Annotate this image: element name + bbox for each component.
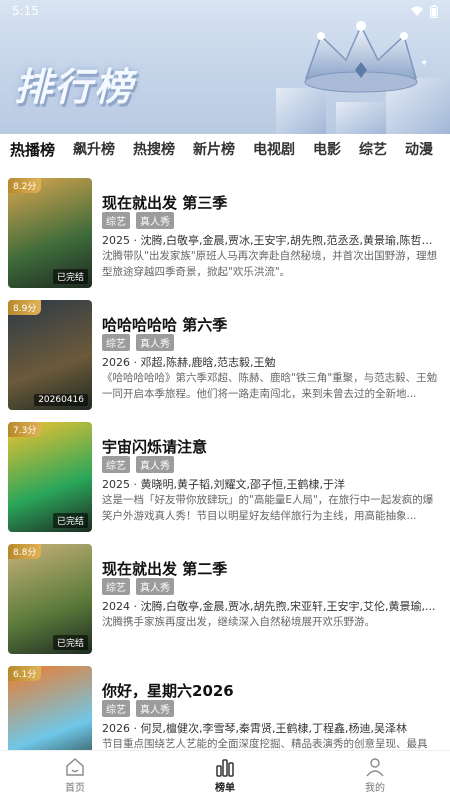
- item-desc: 这是一档「好友带你放肆玩」的"高能量E人局"，在旅行中一起发疯的爆笑户外游戏真人…: [102, 494, 434, 522]
- tab-anime[interactable]: 动漫: [405, 139, 433, 159]
- ranking-list: 8.2分 已完结 现在就出发 第三季 综艺 真人秀 2025 · 沈腾,白敬亭,…: [0, 176, 450, 750]
- tab-rising[interactable]: 飙升榜: [73, 139, 115, 159]
- poster-image: 7.3分 已完结: [8, 422, 92, 532]
- item-desc: 节目重点围绕艺人艺能的全面深度挖掘、精品表演秀的创意呈现、最具: [102, 738, 428, 750]
- score-badge: 7.3分: [8, 422, 42, 437]
- item-title: 你好，星期六2026: [102, 682, 234, 700]
- page-title: 排行榜: [14, 65, 135, 109]
- tag: 综艺: [102, 456, 130, 473]
- item-meta: 2024 · 沈腾,白敬亭,金晨,贾冰,胡先煦,宋亚轩,王安宇,艾伦,黄景瑜,.…: [102, 600, 436, 613]
- tag: 真人秀: [136, 212, 174, 229]
- tab-search[interactable]: 热搜榜: [133, 139, 175, 159]
- nav-label: 榜单: [215, 783, 235, 794]
- status-badge: 20260416: [34, 394, 88, 406]
- item-title: 现在就出发 第三季: [102, 194, 228, 212]
- bottom-nav: 首页 榜单 我的: [0, 750, 450, 800]
- status-badge: 已完结: [52, 513, 88, 528]
- item-meta: 2026 · 邓超,陈赫,鹿晗,范志毅,王勉: [102, 356, 276, 369]
- list-item[interactable]: 8.2分 已完结 现在就出发 第三季 综艺 真人秀 2025 · 沈腾,白敬亭,…: [0, 178, 450, 288]
- item-desc: 《哈哈哈哈哈》第六季邓超、陈赫、鹿晗"铁三角"重聚，与范志毅、王勉一同开启本季旅…: [102, 372, 438, 400]
- item-desc: 沈腾携手家族再度出发，继续深入自然秘境展开欢乐野游。: [102, 616, 375, 628]
- rank-icon: [216, 759, 234, 777]
- item-desc: 沈腾带队"出发家族"原班人马再次奔赴自然秘境，并首次出国野游，理想型旅途穿越四季…: [102, 250, 438, 278]
- nav-profile[interactable]: 我的: [335, 757, 415, 794]
- tag: 真人秀: [136, 334, 174, 351]
- tag: 真人秀: [136, 456, 174, 473]
- poster-image: 8.8分 已完结: [8, 544, 92, 654]
- score-badge: 6.1分: [8, 666, 42, 681]
- poster-image: 8.9分 20260416: [8, 300, 92, 410]
- status-time: 5:15: [12, 4, 39, 18]
- status-badge: 已完结: [52, 635, 88, 650]
- ranking-banner: 5:15 ✦ ✦ 排行榜: [0, 0, 450, 134]
- item-title: 现在就出发 第二季: [102, 560, 228, 578]
- status-badge: 已完结: [52, 269, 88, 284]
- tab-tv[interactable]: 电视剧: [253, 139, 295, 159]
- nav-label: 我的: [365, 783, 385, 794]
- item-meta: 2025 · 沈腾,白敬亭,金晨,贾冰,王安宇,胡先煦,范丞丞,黄景瑜,陈哲远.…: [102, 234, 440, 247]
- battery-icon: [430, 4, 438, 18]
- item-meta: 2025 · 黄晓明,黄子韬,刘耀文,邵子恒,王鹤棣,于洋: [102, 478, 345, 491]
- poster-image: 6.1分: [8, 666, 92, 750]
- nav-label: 首页: [65, 783, 85, 794]
- item-title: 宇宙闪烁请注意: [102, 438, 208, 456]
- user-icon: [366, 758, 384, 777]
- wifi-icon: [411, 6, 423, 16]
- item-meta: 2026 · 何炅,檀健次,李雪琴,秦霄贤,王鹤棣,丁程鑫,杨迪,吴泽林: [102, 722, 407, 735]
- tab-hot[interactable]: 热播榜: [10, 139, 55, 160]
- tag: 综艺: [102, 578, 130, 595]
- score-badge: 8.2分: [8, 178, 42, 193]
- list-item[interactable]: 7.3分 已完结 宇宙闪烁请注意 综艺 真人秀 2025 · 黄晓明,黄子韬,刘…: [0, 422, 450, 532]
- score-badge: 8.8分: [8, 544, 42, 559]
- list-item[interactable]: 8.9分 20260416 哈哈哈哈哈 第六季 综艺 真人秀 2026 · 邓超…: [0, 300, 450, 410]
- list-item[interactable]: 6.1分 你好，星期六2026 综艺 真人秀 2026 · 何炅,檀健次,李雪琴…: [0, 666, 450, 750]
- tab-variety[interactable]: 综艺: [359, 139, 387, 159]
- tag: 综艺: [102, 212, 130, 229]
- list-item[interactable]: 8.8分 已完结 现在就出发 第二季 综艺 真人秀 2024 · 沈腾,白敬亭,…: [0, 544, 450, 654]
- nav-rank[interactable]: 榜单: [185, 757, 265, 794]
- ranking-tabs: 热播榜 飙升榜 热搜榜 新片榜 电视剧 电影 综艺 动漫: [0, 134, 450, 164]
- tag: 综艺: [102, 334, 130, 351]
- crown-icon: [276, 21, 450, 134]
- tag: 真人秀: [136, 700, 174, 717]
- home-icon: [66, 758, 84, 776]
- tab-movie[interactable]: 电影: [313, 139, 341, 159]
- nav-home[interactable]: 首页: [35, 757, 115, 794]
- tag: 真人秀: [136, 578, 174, 595]
- item-title: 哈哈哈哈哈 第六季: [102, 316, 228, 334]
- score-badge: 8.9分: [8, 300, 42, 315]
- tab-new[interactable]: 新片榜: [193, 139, 235, 159]
- poster-image: 8.2分 已完结: [8, 178, 92, 288]
- tag: 综艺: [102, 700, 130, 717]
